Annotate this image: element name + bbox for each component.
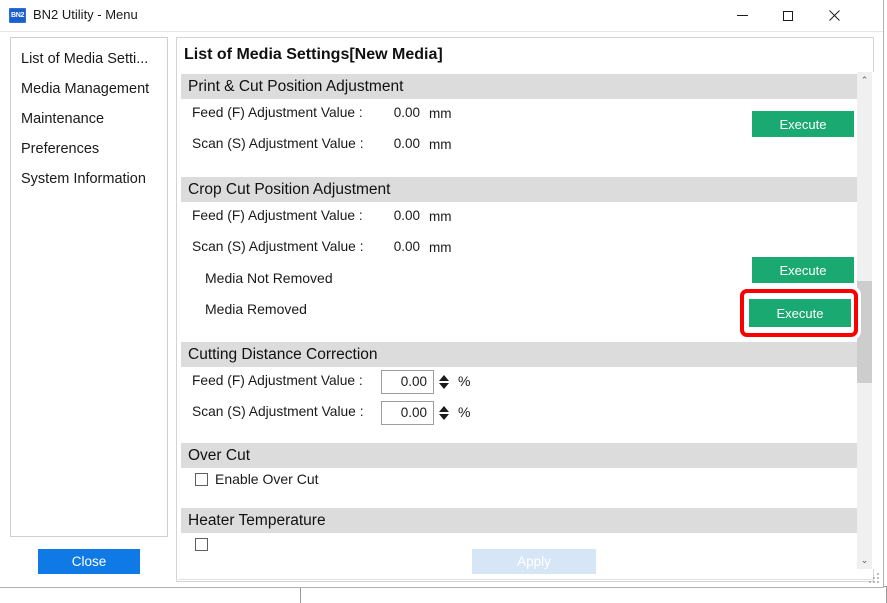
label-print-cut-scan: Scan (S) Adjustment Value :	[192, 136, 364, 151]
label-enable-over-cut: Enable Over Cut	[215, 471, 319, 487]
sidebar-item-system-information[interactable]: System Information	[11, 164, 167, 194]
minimize-icon	[736, 15, 748, 16]
sidebar-item-preferences[interactable]: Preferences	[11, 134, 167, 164]
unit-cutting-distance-scan: %	[458, 404, 471, 420]
execute-button-media-removed-highlighted[interactable]: Execute	[749, 299, 851, 327]
input-cutting-distance-feed[interactable]: 0.00	[381, 370, 434, 394]
maximize-icon	[783, 10, 793, 21]
row-cutting-distance-feed: Feed (F) Adjustment Value : 0.00 %	[181, 367, 859, 398]
close-button[interactable]: Close	[38, 549, 140, 574]
scroll-up-icon[interactable]: ⌃	[857, 72, 872, 89]
background-strip	[0, 588, 300, 603]
value-cutting-distance-scan: 0.00	[400, 405, 427, 420]
label-media-removed: Media Removed	[205, 301, 307, 317]
label-print-cut-feed: Feed (F) Adjustment Value :	[192, 105, 363, 120]
input-cutting-distance-scan[interactable]: 0.00	[381, 401, 434, 425]
bn2-utility-window: BN2 BN2 Utility - Menu List of Media Set…	[0, 0, 884, 588]
row-enable-over-cut[interactable]: Enable Over Cut	[181, 468, 859, 496]
execute-button-media-not-removed[interactable]: Execute	[752, 257, 854, 283]
stepper-up-icon[interactable]	[438, 375, 449, 381]
value-cutting-distance-feed: 0.00	[400, 374, 427, 389]
title-bar: BN2 BN2 Utility - Menu	[0, 0, 883, 32]
scroll-down-icon[interactable]: ⌄	[857, 552, 872, 569]
value-print-cut-feed: 0.00	[393, 105, 420, 120]
window-close-button[interactable]	[811, 0, 857, 31]
close-icon	[828, 10, 840, 21]
bn2-app-icon: BN2	[9, 8, 26, 23]
row-cutting-distance-scan: Scan (S) Adjustment Value : 0.00 %	[181, 398, 859, 429]
minimize-button[interactable]	[719, 0, 765, 31]
execute-button-print-cut-position[interactable]: Execute	[752, 111, 854, 137]
checkbox-enable-over-cut[interactable]	[195, 473, 208, 486]
label-crop-cut-scan: Scan (S) Adjustment Value :	[192, 239, 364, 254]
label-crop-cut-feed: Feed (F) Adjustment Value :	[192, 208, 363, 223]
label-cutting-distance-scan: Scan (S) Adjustment Value :	[192, 404, 364, 419]
app-icon-label: BN2	[10, 12, 25, 19]
footer-divider	[178, 579, 874, 580]
sidebar-item-maintenance[interactable]: Maintenance	[11, 104, 167, 134]
group-header-over-cut: Over Cut	[181, 443, 859, 468]
sidebar-item-list-of-media-settings[interactable]: List of Media Setti...	[11, 44, 167, 74]
label-cutting-distance-feed: Feed (F) Adjustment Value :	[192, 373, 363, 388]
stepper-down-icon[interactable]	[438, 414, 449, 420]
group-header-cutting-distance-correction: Cutting Distance Correction	[181, 342, 859, 367]
sidebar-nav: List of Media Setti... Media Management …	[10, 37, 168, 537]
row-crop-cut-feed: Feed (F) Adjustment Value : 0.00 mm	[181, 202, 859, 233]
unit-crop-cut-feed: mm	[429, 209, 452, 224]
page-title: List of Media Settings[New Media]	[177, 38, 873, 72]
stepper-down-icon[interactable]	[438, 383, 449, 389]
apply-button[interactable]: Apply	[472, 549, 596, 574]
checkbox-heater-temperature[interactable]	[195, 538, 208, 551]
unit-cutting-distance-feed: %	[458, 373, 471, 389]
stepper-up-icon[interactable]	[438, 406, 449, 412]
stepper-cutting-distance-scan[interactable]	[435, 401, 452, 425]
sidebar-item-media-management[interactable]: Media Management	[11, 74, 167, 104]
value-crop-cut-feed: 0.00	[393, 208, 420, 223]
label-media-not-removed: Media Not Removed	[205, 270, 333, 286]
unit-print-cut-feed: mm	[429, 106, 452, 121]
group-header-crop-cut-position: Crop Cut Position Adjustment	[181, 177, 859, 202]
value-crop-cut-scan: 0.00	[393, 239, 420, 254]
maximize-button[interactable]	[765, 0, 811, 31]
background-window	[300, 586, 887, 603]
group-header-print-cut-position: Print & Cut Position Adjustment	[181, 74, 859, 99]
window-title: BN2 Utility - Menu	[33, 7, 138, 22]
group-header-heater-temperature: Heater Temperature	[181, 508, 859, 533]
stepper-cutting-distance-feed[interactable]	[435, 370, 452, 394]
unit-crop-cut-scan: mm	[429, 240, 452, 255]
resize-grip[interactable]	[869, 573, 880, 584]
value-print-cut-scan: 0.00	[393, 136, 420, 151]
unit-print-cut-scan: mm	[429, 137, 452, 152]
